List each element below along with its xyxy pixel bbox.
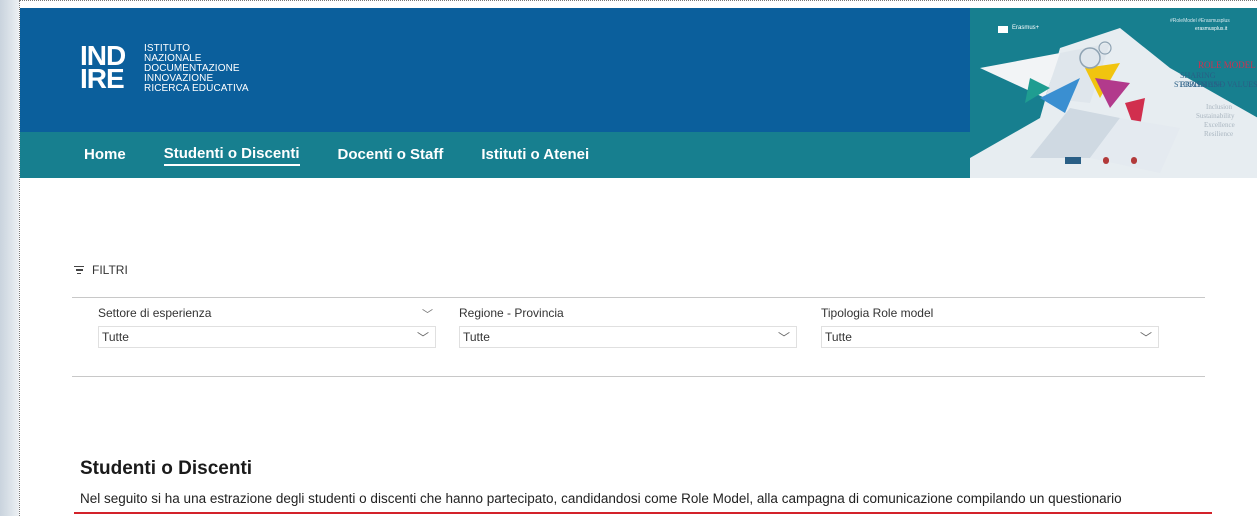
section-title: Studenti o Discenti <box>80 458 253 479</box>
logo-mark: IND IRE <box>80 40 126 94</box>
filter-tipologia-value: Tutte <box>825 330 852 344</box>
filters-toggle[interactable]: FILTRI <box>74 263 128 277</box>
section-description: Nel seguito si ha una estrazione degli s… <box>80 491 1122 506</box>
promo-hashtags: #RoleModel #Erasmusplus <box>1170 18 1230 24</box>
main-nav: Home Studenti o Discenti Docenti o Staff… <box>84 132 627 178</box>
chevron-down-icon[interactable]: ﹀ <box>422 306 433 326</box>
filter-settore: Settore di esperienza ﹀ Tutte ﹀ <box>98 306 436 348</box>
promo-subtitle-2: STORIES AND VALUES <box>1174 80 1257 89</box>
role-model-promo-image: Erasmus+ #RoleModel #Erasmusplus erasmus… <box>970 8 1257 178</box>
promo-value-4: Resilience <box>1204 130 1234 138</box>
nav-item-home[interactable]: Home <box>84 146 126 165</box>
header-banner: IND IRE ISTITUTO NAZIONALE DOCUMENTAZION… <box>20 8 1257 178</box>
filter-regione-value: Tutte <box>463 330 490 344</box>
promo-partner-logos <box>1065 157 1137 164</box>
filter-tipologia-select[interactable]: Tutte ﹀ <box>821 326 1159 348</box>
promo-value-2: Sustainability <box>1196 112 1235 120</box>
partner-logo-emblem-1 <box>1103 157 1109 164</box>
filter-regione-label: Regione - Provincia <box>459 306 564 320</box>
promo-site: erasmusplus.it <box>1195 26 1228 32</box>
nav-item-istituti[interactable]: Istituti o Atenei <box>481 146 589 165</box>
filters-heading: FILTRI <box>92 263 128 277</box>
filter-tipologia-label: Tipologia Role model <box>821 306 934 320</box>
logo-text: ISTITUTO NAZIONALE DOCUMENTAZIONE INNOVA… <box>144 43 249 94</box>
promo-value-3: Excellence <box>1204 121 1235 129</box>
left-gutter <box>0 0 19 516</box>
chevron-down-icon: ﹀ <box>777 330 790 345</box>
filter-settore-select[interactable]: Tutte ﹀ <box>98 326 436 348</box>
promo-title: ROLE MODEL <box>1198 60 1256 70</box>
filter-regione: Regione - Provincia Tutte ﹀ <box>459 306 797 348</box>
filters-bottom-divider <box>72 376 1205 377</box>
header-blue-band: IND IRE ISTITUTO NAZIONALE DOCUMENTAZION… <box>20 8 970 132</box>
section-divider-red <box>74 512 1212 514</box>
filter-settore-value: Tutte <box>102 330 129 344</box>
filters-top-divider <box>72 297 1205 298</box>
filter-regione-select[interactable]: Tutte ﹀ <box>459 326 797 348</box>
chevron-down-icon: ﹀ <box>1139 330 1152 345</box>
page-frame: IND IRE ISTITUTO NAZIONALE DOCUMENTAZION… <box>19 0 1257 516</box>
partner-logo-indire <box>1065 157 1081 164</box>
nav-item-studenti[interactable]: Studenti o Discenti <box>163 145 300 166</box>
filter-tipologia: Tipologia Role model Tutte ﹀ <box>821 306 1159 348</box>
filter-icon <box>74 264 84 277</box>
filter-settore-label: Settore di esperienza <box>98 306 212 320</box>
promo-value-1: Inclusion <box>1206 103 1233 111</box>
chevron-down-icon: ﹀ <box>416 330 429 345</box>
partner-logo-emblem-2 <box>1131 157 1137 164</box>
promo-brand: Erasmus+ <box>1012 25 1040 31</box>
indire-logo[interactable]: IND IRE ISTITUTO NAZIONALE DOCUMENTAZION… <box>80 40 249 94</box>
nav-item-docenti[interactable]: Docenti o Staff <box>338 146 444 165</box>
promo-graphic <box>970 8 1257 178</box>
